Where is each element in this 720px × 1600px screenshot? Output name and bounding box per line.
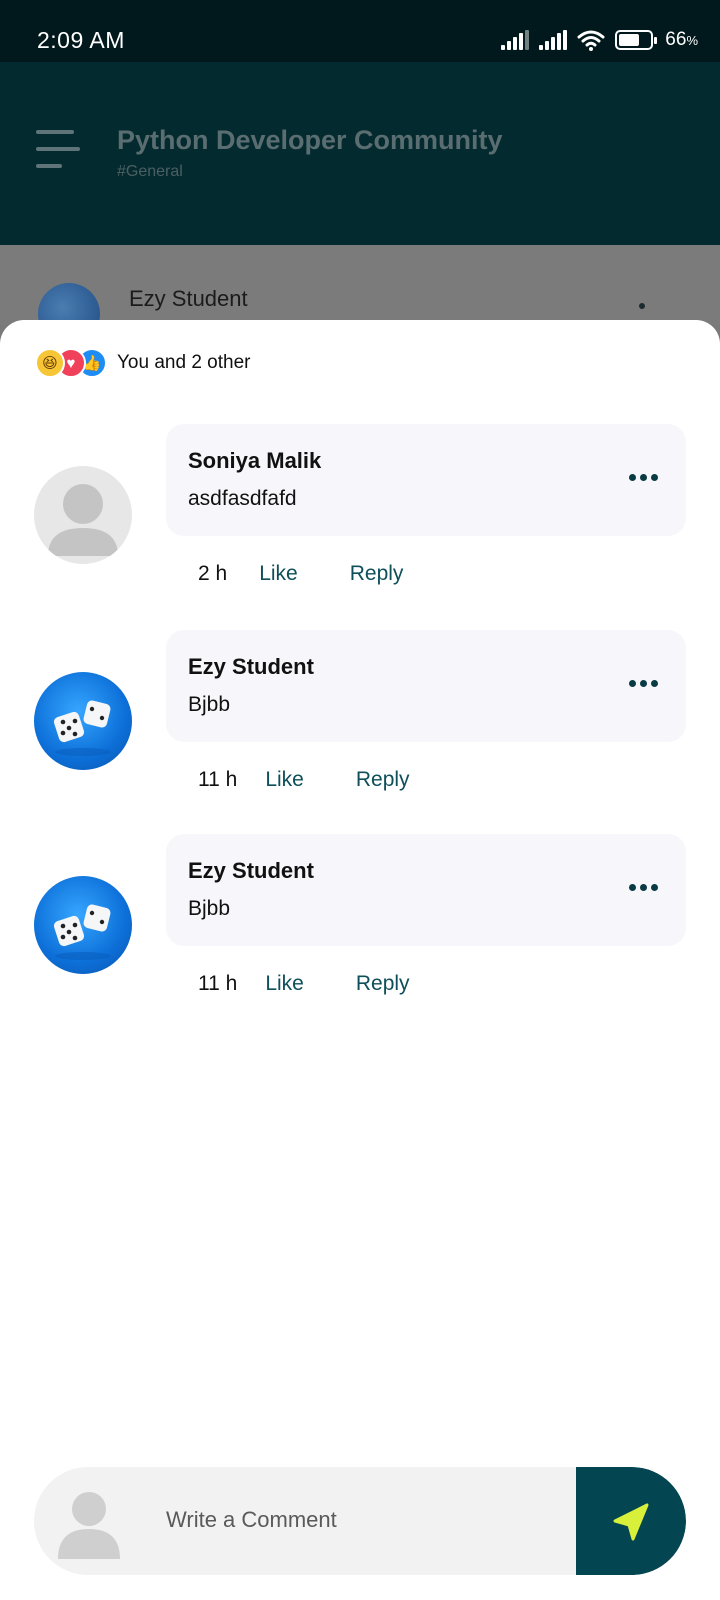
comment-item: Soniya Malik asdfasdfafd 2 h Like Reply <box>0 424 720 604</box>
comment-meta: 11 h Like Reply <box>198 768 410 792</box>
reply-button[interactable]: Reply <box>350 562 404 586</box>
post-author: Ezy Student <box>129 286 248 311</box>
channel-label: #General <box>117 163 183 180</box>
battery-icon <box>615 30 658 50</box>
wifi-icon <box>577 30 605 51</box>
status-bar: 2:09 AM 66% <box>0 0 720 62</box>
avatar[interactable] <box>34 672 132 770</box>
comment-time: 11 h <box>198 972 238 995</box>
dice-avatar-icon <box>53 700 111 756</box>
comment-author[interactable]: Ezy Student <box>188 654 314 680</box>
comment-meta: 11 h Like Reply <box>198 972 410 996</box>
signal-icon <box>501 30 530 50</box>
more-options-icon[interactable] <box>629 474 658 481</box>
comment-text: Bjbb <box>188 693 231 716</box>
community-title: Python Developer Community <box>117 125 503 155</box>
haha-emoji-icon: 😆 <box>35 348 65 378</box>
reply-button[interactable]: Reply <box>356 768 410 792</box>
user-avatar-icon <box>58 1492 120 1559</box>
background-post: Ezy Student <box>0 245 720 345</box>
more-options-icon[interactable] <box>629 680 658 687</box>
comment-meta: 2 h Like Reply <box>198 562 403 586</box>
comment-item: Ezy Student Bjbb 11 h Like Reply <box>0 630 720 810</box>
status-time: 2:09 AM <box>37 27 125 53</box>
comment-input[interactable]: Write a Comment <box>166 1507 337 1533</box>
comment-bubble: Soniya Malik asdfasdfafd <box>166 424 686 536</box>
comment-author[interactable]: Ezy Student <box>188 858 314 884</box>
signal-icon <box>539 30 568 50</box>
app-header: Python Developer Community #General <box>0 62 720 245</box>
more-options-icon[interactable] <box>629 884 658 891</box>
reply-button[interactable]: Reply <box>356 972 410 996</box>
default-avatar-icon <box>48 484 118 556</box>
avatar[interactable] <box>34 876 132 974</box>
more-options-icon <box>639 303 645 309</box>
send-button[interactable] <box>576 1467 686 1575</box>
send-icon <box>613 1503 649 1541</box>
avatar[interactable] <box>34 466 132 564</box>
comment-text: asdfasdfafd <box>188 487 297 510</box>
like-button[interactable]: Like <box>259 562 298 586</box>
comments-sheet: 😆 ♥ 👍 You and 2 other Soniya Malik asdfa… <box>0 320 720 1600</box>
like-button[interactable]: Like <box>265 972 304 996</box>
reaction-summary[interactable]: 😆 ♥ 👍 You and 2 other <box>35 348 250 378</box>
comment-composer: Write a Comment <box>34 1467 686 1575</box>
like-button[interactable]: Like <box>265 768 304 792</box>
comment-bubble: Ezy Student Bjbb <box>166 630 686 742</box>
battery-percent: 66% <box>665 29 698 50</box>
dice-avatar-icon <box>53 904 111 960</box>
hamburger-menu-icon[interactable] <box>36 130 80 170</box>
status-icons: 66% <box>501 28 698 52</box>
comment-text: Bjbb <box>188 897 231 920</box>
reaction-summary-text: You and 2 other <box>117 352 251 373</box>
comment-time: 11 h <box>198 768 238 791</box>
comment-author[interactable]: Soniya Malik <box>188 448 321 474</box>
comment-bubble: Ezy Student Bjbb <box>166 834 686 946</box>
comment-time: 2 h <box>198 562 228 585</box>
comment-item: Ezy Student Bjbb 11 h Like Reply <box>0 834 720 1014</box>
